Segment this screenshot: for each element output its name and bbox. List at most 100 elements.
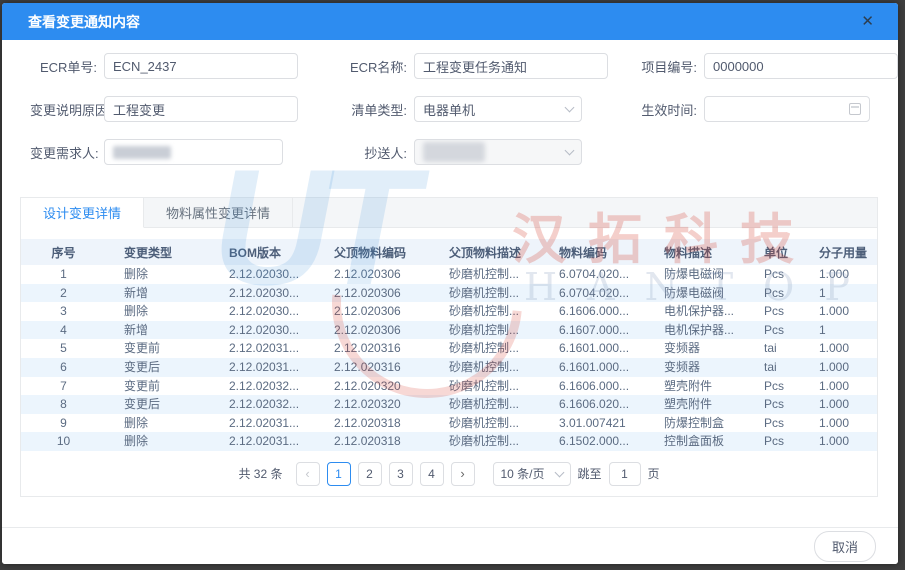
column-header: 物料编码 xyxy=(541,239,646,265)
table-header-row: 序号变更类型BOM版本父顶物料编码父顶物料描述物料编码物料描述单位分子用量分母用… xyxy=(21,239,877,265)
table-cell: tai xyxy=(746,339,801,358)
table-cell: Pcs xyxy=(746,284,801,303)
table-cell: 6.1606.000... xyxy=(541,377,646,396)
change-reason-input[interactable] xyxy=(104,96,298,122)
table-cell: 塑壳附件 xyxy=(646,395,746,414)
field-ecr-no: ECR单号: xyxy=(30,53,283,79)
dialog-titlebar: 查看变更通知内容 ✕ xyxy=(2,3,898,40)
table-cell: 6.0704.020... xyxy=(541,284,646,303)
chevron-down-icon xyxy=(554,468,564,478)
table-cell: 2.12.02032... xyxy=(211,377,316,396)
table-cell: 砂磨机控制... xyxy=(431,414,541,433)
table-row[interactable]: 3删除2.12.02030...2.12.020306砂磨机控制...6.160… xyxy=(21,302,877,321)
field-ecr-name: ECR名称: xyxy=(335,53,582,79)
table-row[interactable]: 5变更前2.12.02031...2.12.020316砂磨机控制...6.16… xyxy=(21,339,877,358)
table-cell: 5 xyxy=(21,339,106,358)
field-effective-time: 生效时间: xyxy=(634,96,870,122)
field-project-no: 项目编号: xyxy=(634,53,870,79)
table-cell: Pcs xyxy=(746,377,801,396)
table-cell: 新增 xyxy=(106,321,211,340)
table-cell: 10 xyxy=(21,432,106,451)
table-cell: 2.12.02031... xyxy=(211,432,316,451)
table-cell: tai xyxy=(746,358,801,377)
close-icon[interactable]: ✕ xyxy=(855,10,880,33)
table-cell: 2.12.02031... xyxy=(211,339,316,358)
total-count: 共 32 条 xyxy=(238,465,282,482)
ecr-name-input[interactable] xyxy=(414,53,608,79)
table-cell: 删除 xyxy=(106,302,211,321)
detail-panel: 设计变更详情物料属性变更详情 序号变更类型BOM版本父顶物料编码父顶物料描述物料… xyxy=(20,197,878,497)
table-cell: 砂磨机控制... xyxy=(431,321,541,340)
table-row[interactable]: 9删除2.12.02031...2.12.020318砂磨机控制...3.01.… xyxy=(21,414,877,433)
table-cell: Pcs xyxy=(746,321,801,340)
tab-1[interactable]: 物料属性变更详情 xyxy=(144,198,293,227)
column-header: BOM版本 xyxy=(211,239,316,265)
table-cell: 1 xyxy=(871,377,877,396)
column-header: 父顶物料描述 xyxy=(431,239,541,265)
table-cell: 2.12.020318 xyxy=(316,432,431,451)
table-cell xyxy=(871,302,877,321)
table-row[interactable]: 4新增2.12.02030...2.12.020306砂磨机控制...6.160… xyxy=(21,321,877,340)
table-cell: 砂磨机控制... xyxy=(431,284,541,303)
table-cell: 防爆控制盒 xyxy=(646,414,746,433)
table-cell: 7 xyxy=(21,377,106,396)
page-button-3[interactable]: 3 xyxy=(389,462,413,486)
list-type-select[interactable]: 电器单机 xyxy=(414,96,582,122)
change-detail-table: 序号变更类型BOM版本父顶物料编码父顶物料描述物料编码物料描述单位分子用量分母用… xyxy=(21,239,877,451)
column-header: 物料描述 xyxy=(646,239,746,265)
page-button-1[interactable]: 1 xyxy=(327,462,351,486)
cancel-button[interactable]: 取消 xyxy=(814,531,876,562)
table-cell: 2.12.020320 xyxy=(316,377,431,396)
table-cell: 砂磨机控制... xyxy=(431,358,541,377)
chevron-down-icon xyxy=(565,102,575,112)
table-row[interactable]: 1删除2.12.02030...2.12.020306砂磨机控制...6.070… xyxy=(21,265,877,284)
table-cell: 2.12.020306 xyxy=(316,302,431,321)
column-header: 分母用量 xyxy=(871,239,877,265)
cc-person-select[interactable] xyxy=(414,139,582,165)
table-cell: 电机保护器... xyxy=(646,321,746,340)
table-cell: 6.1601.000... xyxy=(541,358,646,377)
prev-page-button[interactable]: ‹ xyxy=(296,462,320,486)
table-cell: 2.12.020318 xyxy=(316,414,431,433)
table-cell: 1 xyxy=(871,339,877,358)
table-cell: 砂磨机控制... xyxy=(431,302,541,321)
table-cell: 2.12.020316 xyxy=(316,339,431,358)
jump-page-input[interactable] xyxy=(609,462,641,486)
table-cell: 1.000 xyxy=(801,377,871,396)
table-row[interactable]: 2新增2.12.02030...2.12.020306砂磨机控制...6.070… xyxy=(21,284,877,303)
change-requester-input[interactable] xyxy=(104,139,283,165)
table-cell: 6.0704.020... xyxy=(541,265,646,284)
table-cell: Pcs xyxy=(746,265,801,284)
page-button-2[interactable]: 2 xyxy=(358,462,382,486)
table-cell: 控制盒面板 xyxy=(646,432,746,451)
effective-time-input[interactable] xyxy=(704,96,870,122)
column-header: 父顶物料编码 xyxy=(316,239,431,265)
table-cell: 砂磨机控制... xyxy=(431,395,541,414)
pagination: 共 32 条 ‹ 1234 › 10 条/页 跳至 页 xyxy=(21,462,877,486)
table-cell: 9 xyxy=(21,414,106,433)
change-notice-dialog: 查看变更通知内容 ✕ ECR单号: ECR名称: 项目编号: 变更说明原因: xyxy=(2,3,898,564)
project-no-input[interactable] xyxy=(704,53,898,79)
page-size-value: 10 条/页 xyxy=(501,465,545,482)
table-row[interactable]: 10删除2.12.02031...2.12.020318砂磨机控制...6.15… xyxy=(21,432,877,451)
field-list-type: 清单类型: 电器单机 xyxy=(335,96,582,122)
next-page-button[interactable]: › xyxy=(451,462,475,486)
cc-person-label: 抄送人: xyxy=(335,143,414,162)
table-row[interactable]: 7变更前2.12.02032...2.12.020320砂磨机控制...6.16… xyxy=(21,377,877,396)
page-size-select[interactable]: 10 条/页 xyxy=(493,462,571,486)
table-cell: 2.12.020306 xyxy=(316,321,431,340)
column-header: 单位 xyxy=(746,239,801,265)
ecr-no-input[interactable] xyxy=(104,53,298,79)
table-row[interactable]: 6变更后2.12.02031...2.12.020316砂磨机控制...6.16… xyxy=(21,358,877,377)
table-row[interactable]: 8变更后2.12.02032...2.12.020320砂磨机控制...6.16… xyxy=(21,395,877,414)
table-cell: 防爆电磁阀 xyxy=(646,284,746,303)
table-cell: 2.12.020316 xyxy=(316,358,431,377)
jump-label: 跳至 xyxy=(578,465,602,482)
table-cell: 2.12.02030... xyxy=(211,284,316,303)
table-cell: 1.000 xyxy=(801,395,871,414)
tab-0[interactable]: 设计变更详情 xyxy=(21,198,144,228)
page-button-4[interactable]: 4 xyxy=(420,462,444,486)
table-cell: 2.12.020306 xyxy=(316,265,431,284)
table-body: 1删除2.12.02030...2.12.020306砂磨机控制...6.070… xyxy=(21,265,877,451)
table-cell: 砂磨机控制... xyxy=(431,339,541,358)
